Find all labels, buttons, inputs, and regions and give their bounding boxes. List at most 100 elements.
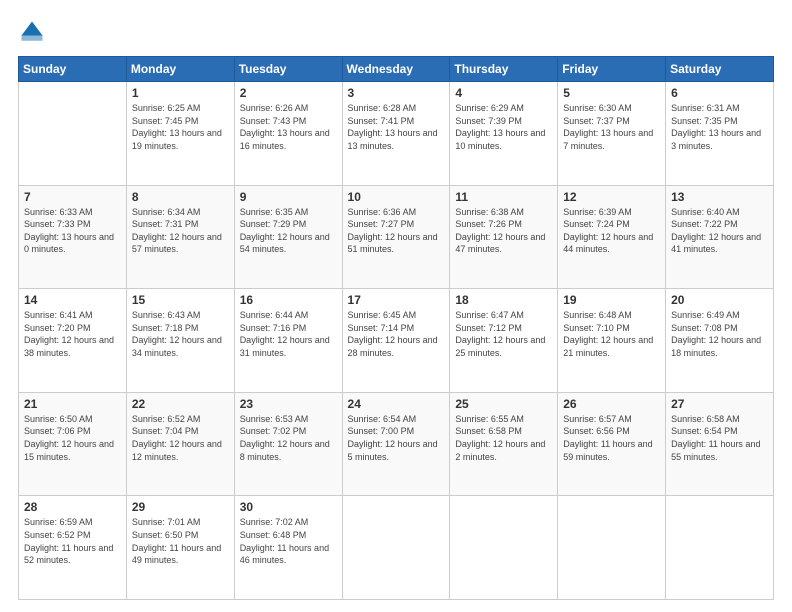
day-number: 2: [240, 86, 337, 100]
calendar-cell: 29 Sunrise: 7:01 AMSunset: 6:50 PMDayligh…: [126, 496, 234, 600]
page: SundayMondayTuesdayWednesdayThursdayFrid…: [0, 0, 792, 612]
day-number: 24: [348, 397, 445, 411]
calendar-cell: 25 Sunrise: 6:55 AMSunset: 6:58 PMDayligh…: [450, 392, 558, 496]
weekday-header-thursday: Thursday: [450, 57, 558, 82]
calendar-cell: 24 Sunrise: 6:54 AMSunset: 7:00 PMDayligh…: [342, 392, 450, 496]
week-row-1: 1 Sunrise: 6:25 AMSunset: 7:45 PMDaylight…: [19, 82, 774, 186]
calendar-cell: 30 Sunrise: 7:02 AMSunset: 6:48 PMDayligh…: [234, 496, 342, 600]
calendar-cell: [450, 496, 558, 600]
calendar-cell: 22 Sunrise: 6:52 AMSunset: 7:04 PMDayligh…: [126, 392, 234, 496]
cell-info: Sunrise: 6:39 AMSunset: 7:24 PMDaylight:…: [563, 206, 660, 256]
cell-info: Sunrise: 6:45 AMSunset: 7:14 PMDaylight:…: [348, 309, 445, 359]
day-number: 12: [563, 190, 660, 204]
day-number: 22: [132, 397, 229, 411]
calendar-cell: 28Sunrise: 6:59 AMSunset: 6:52 PMDayligh…: [19, 496, 127, 600]
day-number: 27: [671, 397, 768, 411]
day-number: 23: [240, 397, 337, 411]
day-number: 15: [132, 293, 229, 307]
day-number: 7: [24, 190, 121, 204]
cell-info: Sunrise: 6:41 AMSunset: 7:20 PMDaylight:…: [24, 309, 121, 359]
day-number: 20: [671, 293, 768, 307]
logo-icon: [18, 18, 46, 46]
calendar-cell: 19 Sunrise: 6:48 AMSunset: 7:10 PMDayligh…: [558, 289, 666, 393]
calendar-cell: 18 Sunrise: 6:47 AMSunset: 7:12 PMDayligh…: [450, 289, 558, 393]
cell-info: Sunrise: 6:59 AMSunset: 6:52 PMDaylight:…: [24, 516, 121, 566]
cell-info: Sunrise: 6:36 AMSunset: 7:27 PMDaylight:…: [348, 206, 445, 256]
calendar-cell: 10 Sunrise: 6:36 AMSunset: 7:27 PMDayligh…: [342, 185, 450, 289]
week-row-4: 21 Sunrise: 6:50 AMSunset: 7:06 PMDayligh…: [19, 392, 774, 496]
calendar-cell: 1 Sunrise: 6:25 AMSunset: 7:45 PMDaylight…: [126, 82, 234, 186]
day-number: 21: [24, 397, 121, 411]
day-number: 11: [455, 190, 552, 204]
cell-info: Sunrise: 6:25 AMSunset: 7:45 PMDaylight:…: [132, 102, 229, 152]
calendar-table: SundayMondayTuesdayWednesdayThursdayFrid…: [18, 56, 774, 600]
cell-info: Sunrise: 6:43 AMSunset: 7:18 PMDaylight:…: [132, 309, 229, 359]
calendar-cell: 12 Sunrise: 6:39 AMSunset: 7:24 PMDayligh…: [558, 185, 666, 289]
cell-info: Sunrise: 6:49 AMSunset: 7:08 PMDaylight:…: [671, 309, 768, 359]
header: [18, 18, 774, 46]
cell-info: Sunrise: 6:30 AMSunset: 7:37 PMDaylight:…: [563, 102, 660, 152]
cell-info: Sunrise: 7:01 AMSunset: 6:50 PMDaylight:…: [132, 516, 229, 566]
cell-info: Sunrise: 6:38 AMSunset: 7:26 PMDaylight:…: [455, 206, 552, 256]
week-row-3: 14Sunrise: 6:41 AMSunset: 7:20 PMDayligh…: [19, 289, 774, 393]
cell-info: Sunrise: 6:44 AMSunset: 7:16 PMDaylight:…: [240, 309, 337, 359]
day-number: 4: [455, 86, 552, 100]
calendar-cell: 8 Sunrise: 6:34 AMSunset: 7:31 PMDaylight…: [126, 185, 234, 289]
calendar-cell: [342, 496, 450, 600]
calendar-cell: 5 Sunrise: 6:30 AMSunset: 7:37 PMDaylight…: [558, 82, 666, 186]
cell-info: Sunrise: 6:34 AMSunset: 7:31 PMDaylight:…: [132, 206, 229, 256]
cell-info: Sunrise: 6:54 AMSunset: 7:00 PMDaylight:…: [348, 413, 445, 463]
weekday-header-friday: Friday: [558, 57, 666, 82]
day-number: 26: [563, 397, 660, 411]
cell-info: Sunrise: 6:50 AMSunset: 7:06 PMDaylight:…: [24, 413, 121, 463]
day-number: 5: [563, 86, 660, 100]
logo: [18, 18, 50, 46]
calendar-cell: 6Sunrise: 6:31 AMSunset: 7:35 PMDaylight…: [666, 82, 774, 186]
day-number: 17: [348, 293, 445, 307]
cell-info: Sunrise: 6:29 AMSunset: 7:39 PMDaylight:…: [455, 102, 552, 152]
cell-info: Sunrise: 7:02 AMSunset: 6:48 PMDaylight:…: [240, 516, 337, 566]
calendar-cell: 15 Sunrise: 6:43 AMSunset: 7:18 PMDayligh…: [126, 289, 234, 393]
cell-info: Sunrise: 6:31 AMSunset: 7:35 PMDaylight:…: [671, 102, 768, 152]
day-number: 29: [132, 500, 229, 514]
day-number: 30: [240, 500, 337, 514]
day-number: 25: [455, 397, 552, 411]
calendar-cell: 26Sunrise: 6:57 AMSunset: 6:56 PMDayligh…: [558, 392, 666, 496]
calendar-cell: [558, 496, 666, 600]
cell-info: Sunrise: 6:35 AMSunset: 7:29 PMDaylight:…: [240, 206, 337, 256]
day-number: 19: [563, 293, 660, 307]
cell-info: Sunrise: 6:48 AMSunset: 7:10 PMDaylight:…: [563, 309, 660, 359]
calendar-cell: 20 Sunrise: 6:49 AMSunset: 7:08 PMDayligh…: [666, 289, 774, 393]
weekday-header-wednesday: Wednesday: [342, 57, 450, 82]
week-row-2: 7Sunrise: 6:33 AMSunset: 7:33 PMDaylight…: [19, 185, 774, 289]
calendar-cell: 21 Sunrise: 6:50 AMSunset: 7:06 PMDayligh…: [19, 392, 127, 496]
cell-info: Sunrise: 6:58 AMSunset: 6:54 PMDaylight:…: [671, 413, 768, 463]
cell-info: Sunrise: 6:53 AMSunset: 7:02 PMDaylight:…: [240, 413, 337, 463]
cell-info: Sunrise: 6:55 AMSunset: 6:58 PMDaylight:…: [455, 413, 552, 463]
calendar-cell: 7Sunrise: 6:33 AMSunset: 7:33 PMDaylight…: [19, 185, 127, 289]
weekday-header-tuesday: Tuesday: [234, 57, 342, 82]
cell-info: Sunrise: 6:26 AMSunset: 7:43 PMDaylight:…: [240, 102, 337, 152]
week-row-5: 28Sunrise: 6:59 AMSunset: 6:52 PMDayligh…: [19, 496, 774, 600]
calendar-cell: 11 Sunrise: 6:38 AMSunset: 7:26 PMDayligh…: [450, 185, 558, 289]
calendar-cell: 23 Sunrise: 6:53 AMSunset: 7:02 PMDayligh…: [234, 392, 342, 496]
calendar-cell: 4 Sunrise: 6:29 AMSunset: 7:39 PMDaylight…: [450, 82, 558, 186]
calendar-cell: 17 Sunrise: 6:45 AMSunset: 7:14 PMDayligh…: [342, 289, 450, 393]
day-number: 8: [132, 190, 229, 204]
weekday-header-row: SundayMondayTuesdayWednesdayThursdayFrid…: [19, 57, 774, 82]
day-number: 3: [348, 86, 445, 100]
day-number: 10: [348, 190, 445, 204]
calendar-cell: [19, 82, 127, 186]
day-number: 9: [240, 190, 337, 204]
calendar-cell: 3Sunrise: 6:28 AMSunset: 7:41 PMDaylight…: [342, 82, 450, 186]
cell-info: Sunrise: 6:52 AMSunset: 7:04 PMDaylight:…: [132, 413, 229, 463]
day-number: 18: [455, 293, 552, 307]
weekday-header-saturday: Saturday: [666, 57, 774, 82]
calendar-cell: 9 Sunrise: 6:35 AMSunset: 7:29 PMDaylight…: [234, 185, 342, 289]
cell-info: Sunrise: 6:40 AMSunset: 7:22 PMDaylight:…: [671, 206, 768, 256]
cell-info: Sunrise: 6:47 AMSunset: 7:12 PMDaylight:…: [455, 309, 552, 359]
day-number: 1: [132, 86, 229, 100]
weekday-header-sunday: Sunday: [19, 57, 127, 82]
calendar-cell: 13Sunrise: 6:40 AMSunset: 7:22 PMDayligh…: [666, 185, 774, 289]
calendar-cell: 14Sunrise: 6:41 AMSunset: 7:20 PMDayligh…: [19, 289, 127, 393]
